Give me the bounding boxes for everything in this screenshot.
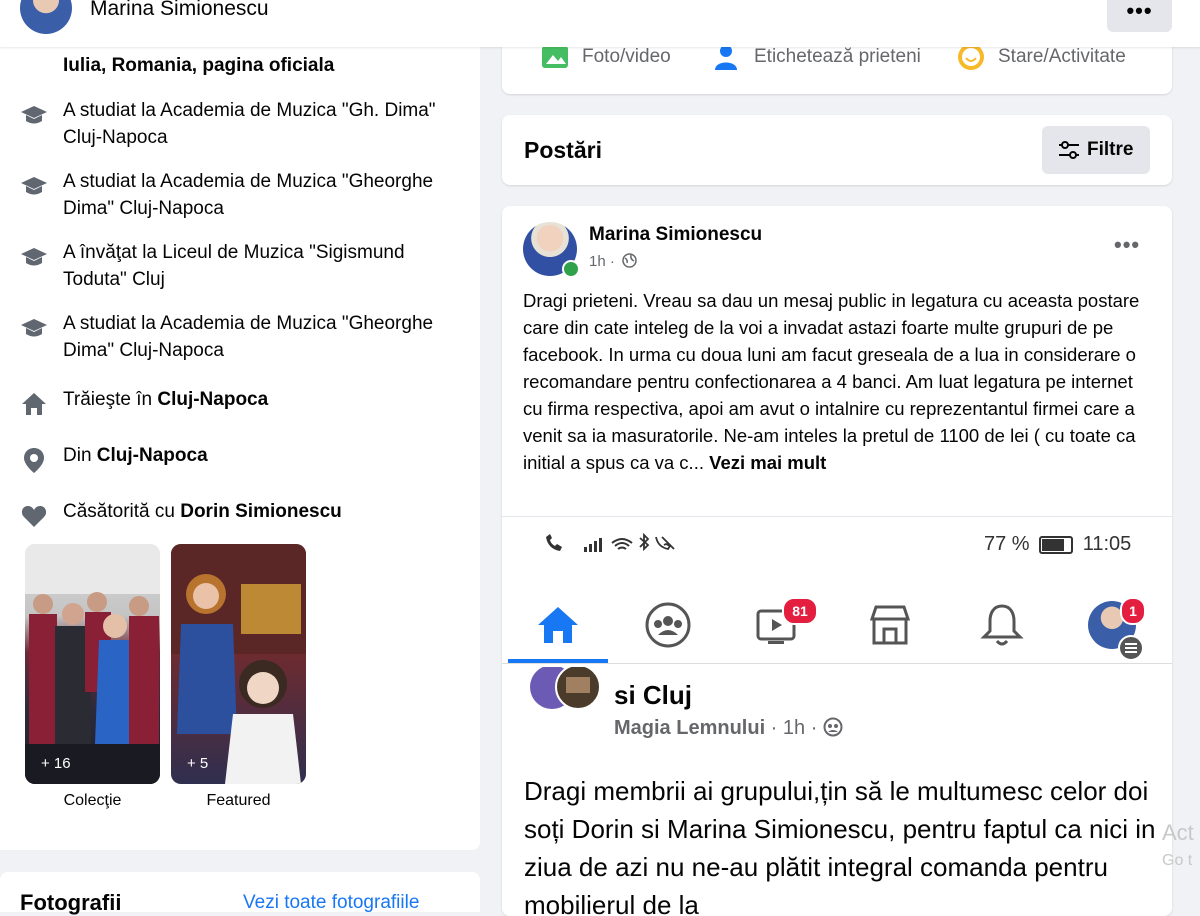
phone-status-right: 77 % 11:05 [984,533,1131,556]
intro-education-text: A studiat la Academia de Muzica "Gh. Dim… [63,100,436,148]
battery-percent: 77 % [984,533,1030,555]
windows-activation-watermark-sub: Go t [1162,852,1193,869]
battery-icon [1039,535,1074,554]
more-options-button[interactable]: ••• [1107,0,1172,32]
home-icon [538,607,578,643]
filters-label: Filtre [1087,139,1134,160]
featured-photo-image [171,544,306,784]
photo-video-label: Foto/video [582,46,671,68]
feeling-activity-label: Stare/Activitate [998,46,1126,68]
post-body: Dragi prieteni. Vreau sa dau un mesaj pu… [523,290,1140,473]
graduation-cap-icon [21,248,47,266]
photos-card: Fotografii Vezi toate fotografiile [0,872,480,915]
intro-education-text: A învăţat la Liceul de Muzica "Sigismund… [63,242,405,290]
featured-count: + 16 [41,755,71,772]
active-tab-indicator [508,659,608,663]
video-notification-badge: 81 [782,597,818,625]
bell-icon [980,604,1024,646]
profile-notification-badge: 1 [1120,597,1146,625]
featured-collection-thumbnail[interactable]: + 16 [25,544,160,784]
group-avatar-image [530,667,601,710]
from-place-link[interactable]: Cluj-Napoca [97,445,208,466]
intro-relationship: Căsătorită cu Dorin Simionescu [20,498,470,530]
intro-education-2: A studiat la Academia de Muzica "Gheorgh… [20,168,470,228]
intro-education-3: A învăţat la Liceul de Muzica "Sigismund… [20,239,470,299]
group-post-meta: Magia Lemnului · 1h · [614,717,843,740]
online-status-dot [562,260,580,278]
post-image-screenshot[interactable]: 77 % 11:05 81 1 si Cluj Magia Lemnului ·… [502,516,1172,916]
graduation-cap-icon [21,106,47,124]
post-text: Dragi prieteni. Vreau sa dau un mesaj pu… [523,287,1153,476]
from-prefix: Din [63,445,97,466]
married-prefix: Căsătorită cu [63,501,181,522]
featured-label[interactable]: Featured [171,792,306,810]
group-post-title: si Cluj [614,680,693,710]
featured-count: + 5 [187,755,209,772]
members-icon [823,717,843,737]
windows-activation-watermark: Act [1162,820,1194,845]
post-timestamp[interactable]: 1h · [589,253,615,270]
featured-label[interactable]: Colecţie [25,792,160,810]
post-meta: 1h · [589,253,637,270]
group-post-text: Dragi membrii ai grupului,țin să le mult… [524,776,1156,916]
signal-wifi-bluetooth-icon [546,532,675,552]
featured-thumbnail[interactable]: + 5 [171,544,306,784]
see-all-photos-link[interactable]: Vezi toate fotografiile [243,892,419,914]
photos-title: Fotografii [20,890,122,915]
groups-icon [645,602,691,648]
intro-lives-in: Trăieşte în Cluj-Napoca [20,386,470,418]
intro-education-text: A studiat la Academia de Muzica "Gheorgh… [63,171,434,219]
post-author-name[interactable]: Marina Simionescu [589,224,762,246]
group-post-time: · 1h · [765,717,823,739]
profile-header-bar: Marina Simionescu ••• [0,0,1200,47]
intro-education-4: A studiat la Academia de Muzica "Gheorgh… [20,310,470,370]
graduation-cap-icon [21,319,47,337]
see-more-link[interactable]: Vezi mai mult [709,452,826,473]
filters-button[interactable]: Filtre [1042,126,1150,174]
fb-mobile-nav: 81 1 [502,587,1172,664]
heart-icon [21,506,47,527]
intro-education-text: A studiat la Academia de Muzica "Gheorgh… [63,313,434,361]
posts-header-card: Postări Filtre [502,115,1172,185]
globe-icon [622,253,637,268]
phone-clock: 11:05 [1082,533,1132,555]
married-name-link[interactable]: Dorin Simionescu [180,501,342,522]
posts-title: Postări [524,137,602,163]
marketplace-icon [869,605,911,645]
graduation-cap-icon [21,177,47,195]
lives-place-link[interactable]: Cluj-Napoca [157,389,268,410]
menu-hamburger-icon [1118,635,1144,661]
home-icon [22,393,46,415]
profile-name[interactable]: Marina Simionescu [90,0,269,21]
tag-friends-label: Etichetează prieteni [754,46,921,68]
phone-status-icons [544,532,694,560]
post-card: Marina Simionescu 1h · ••• Dragi prieten… [502,206,1172,916]
post-options-button[interactable]: ••• [1114,232,1140,258]
intro-from: Din Cluj-Napoca [20,442,470,474]
intro-education-1: A studiat la Academia de Muzica "Gh. Dim… [20,97,470,157]
group-photo-image [25,544,160,784]
group-name: Magia Lemnului [614,717,766,739]
profile-avatar[interactable] [20,0,72,34]
filter-sliders-icon [1059,141,1079,159]
lives-prefix: Trăieşte în [63,389,158,410]
intro-page-line: Iulia, Romania, pagina oficiala [63,55,335,76]
location-pin-icon [24,448,44,473]
